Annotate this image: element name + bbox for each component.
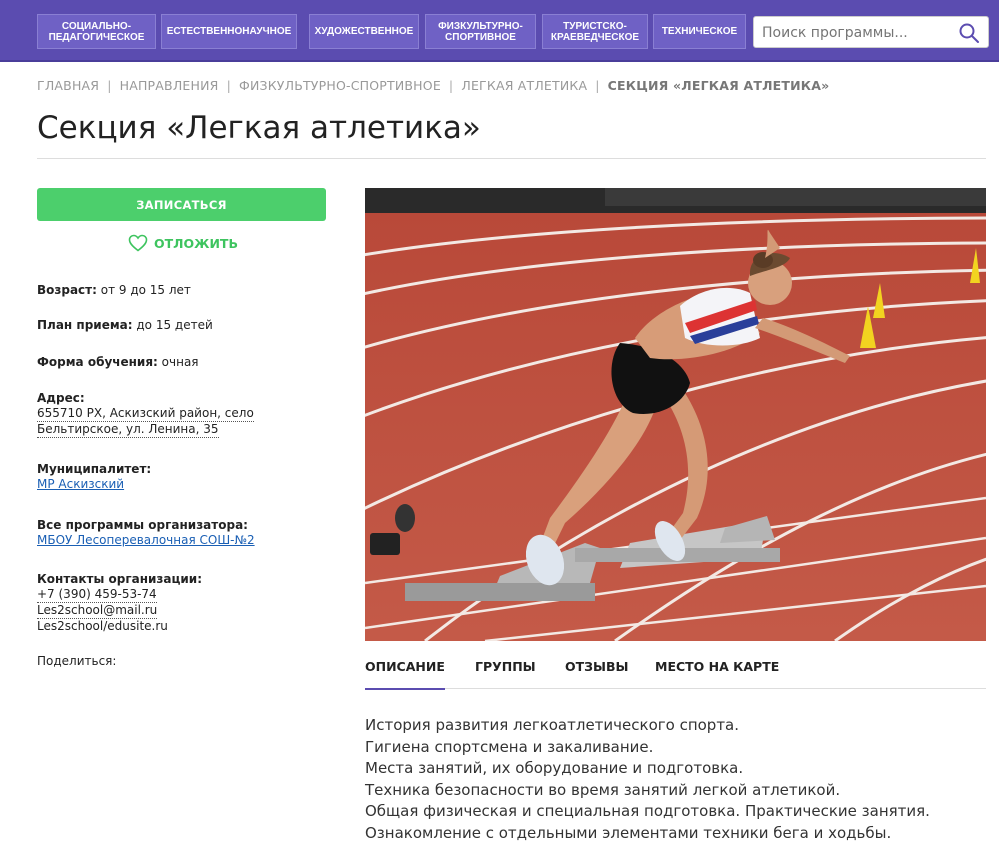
- tab-label: ГРУППЫ: [475, 659, 536, 674]
- page-title: Секция «Легкая атлетика»: [37, 110, 481, 146]
- nav-label: ТУРИСТСКО-: [563, 20, 627, 32]
- municipality-label: Муниципалитет:: [37, 462, 152, 476]
- nav-label: ЕСТЕСТВЕННОНАУЧНОЕ: [166, 26, 292, 37]
- municipality-info: Муниципалитет: МР Аскизский: [37, 462, 327, 492]
- title-divider: [37, 158, 986, 159]
- tab-map[interactable]: МЕСТО НА КАРТЕ: [655, 659, 785, 689]
- tab-groups[interactable]: ГРУППЫ: [475, 659, 545, 689]
- tab-label: ОТЗЫВЫ: [565, 659, 629, 674]
- description-line: История развития легкоатлетического спор…: [365, 716, 740, 734]
- nav-natural-science[interactable]: ЕСТЕСТВЕННОНАУЧНОЕ: [161, 14, 297, 49]
- breadcrumb-separator: |: [107, 78, 112, 93]
- tab-label: ОПИСАНИЕ: [365, 659, 445, 674]
- nav-label: СОЦИАЛЬНО-: [61, 20, 132, 32]
- breadcrumb-directions[interactable]: НАПРАВЛЕНИЯ: [120, 78, 219, 93]
- search-input[interactable]: [762, 21, 952, 45]
- organizer-info: Все программы организатора: МБОУ Лесопер…: [37, 518, 327, 548]
- form-info: Форма обучения: очная: [37, 355, 327, 370]
- program-photo: [365, 188, 986, 641]
- contact-email[interactable]: Les2school@mail.ru: [37, 603, 158, 619]
- nav-artistic[interactable]: ХУДОЖЕСТВЕННОЕ: [309, 14, 419, 49]
- contacts-info: Контакты организации: +7 (390) 459-53-74…: [37, 572, 327, 634]
- breadcrumb-current: СЕКЦИЯ «ЛЕГКАЯ АТЛЕТИКА»: [607, 78, 830, 93]
- age-info: Возраст: от 9 до 15 лет: [37, 283, 327, 298]
- description-line: Общая физическая и специальная подготовк…: [365, 802, 930, 820]
- description-line: Места занятий, их оборудование и подгото…: [365, 759, 744, 777]
- form-label: Форма обучения:: [37, 355, 158, 369]
- contact-site[interactable]: Les2school/edusite.ru: [37, 619, 168, 633]
- nav-label: ТЕХНИЧЕСКОЕ: [661, 26, 738, 37]
- heart-icon: [128, 234, 148, 252]
- description-line: Техника безопасности во время занятий ле…: [365, 780, 841, 799]
- breadcrumb: ГЛАВНАЯ | НАПРАВЛЕНИЯ | ФИЗКУЛЬТУРНО-СПОРТИВ…: [37, 78, 829, 93]
- program-tabs: ОПИСАНИЕ ГРУППЫ ОТЗЫВЫ МЕСТО НА КАРТЕ: [365, 659, 986, 690]
- breadcrumb-athletics[interactable]: ЛЕГКАЯ АТЛЕТИКА: [461, 78, 587, 93]
- share-label: Поделиться:: [37, 654, 117, 668]
- nav-label: ФИЗКУЛЬТУРНО-: [438, 20, 523, 32]
- address-line-2[interactable]: Бельтирское, ул. Ленина, 35: [37, 422, 219, 438]
- tab-description[interactable]: ОПИСАНИЕ: [365, 659, 445, 690]
- nav-label: ПЕДАГОГИЧЕСКОЕ: [48, 31, 145, 43]
- nav-label: ХУДОЖЕСТВЕННОЕ: [314, 26, 414, 37]
- plan-value: до 15 детей: [136, 318, 213, 332]
- nav-social-pedagogical[interactable]: СОЦИАЛЬНО- ПЕДАГОГИЧЕСКОЕ: [37, 14, 156, 49]
- enroll-button[interactable]: ЗАПИСАТЬСЯ: [37, 188, 326, 221]
- plan-label: План приема:: [37, 318, 133, 332]
- organizer-label: Все программы организатора:: [37, 518, 248, 532]
- postpone-label: ОТЛОЖИТЬ: [154, 235, 238, 251]
- search-icon[interactable]: [958, 22, 980, 44]
- address-line-1[interactable]: 655710 РХ, Аскизский район, село: [37, 406, 254, 422]
- organizer-link[interactable]: МБОУ Лесоперевалочная СОШ-№2: [37, 533, 255, 547]
- top-navigation: СОЦИАЛЬНО- ПЕДАГОГИЧЕСКОЕ ЕСТЕСТВЕННОНАУЧ…: [0, 0, 999, 62]
- breadcrumb-sports[interactable]: ФИЗКУЛЬТУРНО-СПОРТИВНОЕ: [239, 78, 441, 93]
- contacts-label: Контакты организации:: [37, 572, 203, 586]
- plan-info: План приема: до 15 детей: [37, 318, 327, 333]
- municipality-link[interactable]: МР Аскизский: [37, 477, 124, 491]
- athlete-photo-illustration: [365, 188, 986, 641]
- form-value: очная: [161, 355, 199, 369]
- breadcrumb-separator: |: [226, 78, 231, 93]
- breadcrumb-separator: |: [448, 78, 454, 93]
- breadcrumb-home[interactable]: ГЛАВНАЯ: [37, 78, 99, 93]
- program-description: История развития легкоатлетического спор…: [365, 715, 930, 844]
- description-line: Ознакомление с отдельными элементами тех…: [365, 823, 892, 842]
- age-value: от 9 до 15 лет: [100, 283, 191, 297]
- nav-tourism[interactable]: ТУРИСТСКО- КРАЕВЕДЧЕСКОЕ: [542, 14, 648, 49]
- search-box: [753, 16, 989, 48]
- address-label: Адрес:: [37, 391, 85, 405]
- postpone-button[interactable]: ОТЛОЖИТЬ: [128, 231, 238, 255]
- tab-label: МЕСТО НА КАРТЕ: [655, 659, 780, 674]
- nav-label: СПОРТИВНОЕ: [445, 31, 516, 43]
- tab-reviews[interactable]: ОТЗЫВЫ: [565, 659, 635, 689]
- age-label: Возраст:: [37, 283, 97, 297]
- nav-technical[interactable]: ТЕХНИЧЕСКОЕ: [653, 14, 746, 49]
- nav-sports[interactable]: ФИЗКУЛЬТУРНО- СПОРТИВНОЕ: [425, 14, 536, 49]
- address-info: Адрес: 655710 РХ, Аскизский район, село …: [37, 391, 327, 438]
- contact-phone[interactable]: +7 (390) 459-53-74: [37, 587, 157, 603]
- breadcrumb-separator: |: [595, 78, 600, 93]
- description-line: Гигиена спортсмена и закаливание.: [365, 737, 654, 756]
- nav-label: КРАЕВЕДЧЕСКОЕ: [550, 31, 640, 43]
